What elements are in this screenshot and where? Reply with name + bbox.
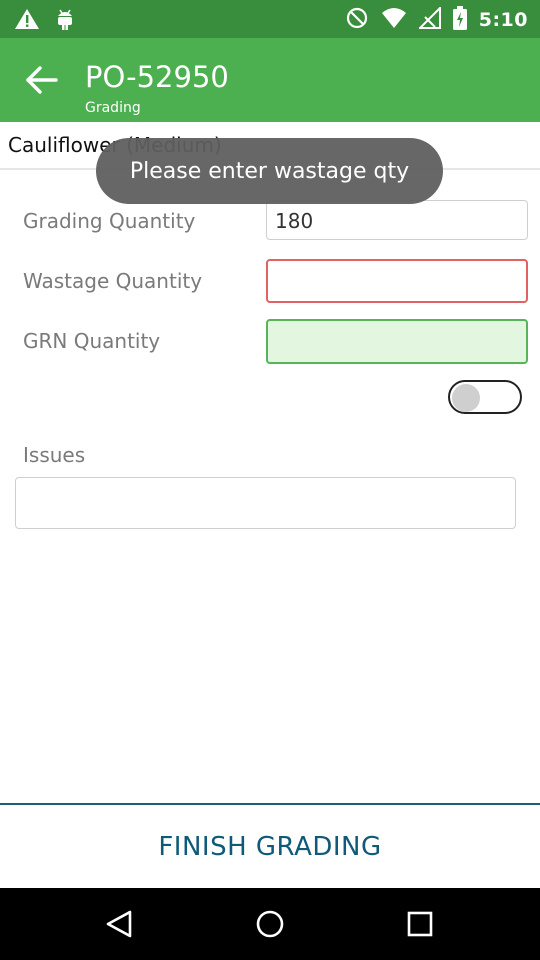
- toast-message: Please enter wastage qty: [96, 138, 443, 204]
- back-button[interactable]: [22, 60, 62, 100]
- wastage-quantity-input[interactable]: [266, 259, 528, 303]
- grn-quantity-label: GRN Quantity: [23, 329, 161, 353]
- status-bar: 5:10: [0, 0, 540, 38]
- page-title: PO-52950: [85, 60, 229, 94]
- app-bar: PO-52950 Grading: [0, 38, 540, 122]
- toggle-switch[interactable]: [448, 380, 522, 414]
- battery-icon: [452, 6, 467, 34]
- toggle-knob: [452, 384, 480, 412]
- recents-square-icon[interactable]: [402, 906, 438, 942]
- back-arrow-icon: [22, 66, 62, 104]
- status-time: 5:10: [478, 9, 528, 31]
- wifi-icon: [381, 7, 407, 33]
- warning-icon: [14, 7, 40, 35]
- back-triangle-icon[interactable]: [102, 906, 138, 942]
- android-icon: [54, 7, 76, 35]
- grading-quantity-label: Grading Quantity: [23, 209, 196, 233]
- issues-label: Issues: [23, 443, 86, 467]
- finish-grading-button[interactable]: FINISH GRADING: [0, 805, 540, 888]
- grading-quantity-input[interactable]: 180: [266, 200, 528, 240]
- system-navigation-bar: [0, 888, 540, 960]
- signal-icon: [417, 5, 441, 33]
- home-circle-icon[interactable]: [252, 906, 288, 942]
- dnd-icon: [345, 6, 369, 34]
- grn-quantity-input[interactable]: [266, 319, 528, 364]
- issues-input[interactable]: [15, 477, 516, 529]
- page-subtitle: Grading: [85, 100, 141, 116]
- wastage-quantity-label: Wastage Quantity: [23, 269, 203, 293]
